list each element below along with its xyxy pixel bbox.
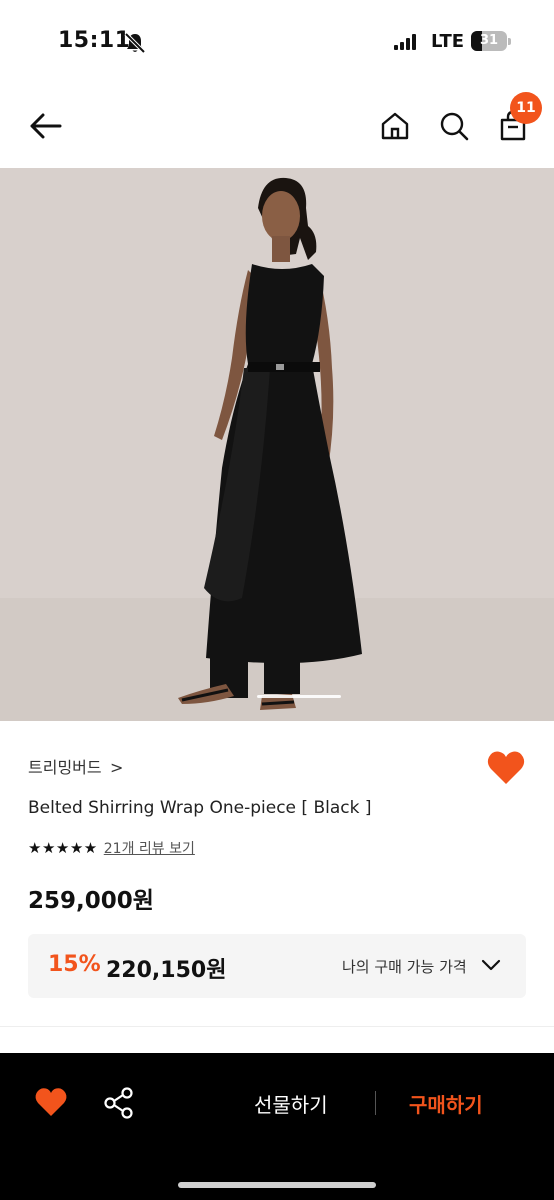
share-button[interactable] — [104, 1087, 134, 1119]
discount-price: 220,150원 — [106, 958, 227, 983]
image-pager-indicator — [257, 695, 341, 698]
gift-button[interactable]: 선물하기 — [254, 1089, 328, 1118]
chevron-right-icon: > — [110, 758, 124, 777]
chevron-down-icon — [481, 959, 501, 971]
status-bar: 15:11 LTE 31 — [0, 0, 554, 84]
home-button[interactable] — [375, 106, 415, 146]
back-button[interactable] — [26, 106, 66, 146]
section-divider — [0, 1026, 554, 1027]
product-image[interactable] — [0, 168, 554, 721]
rating-stars: ★★★★★ — [28, 839, 98, 857]
button-separator — [375, 1091, 376, 1115]
home-icon — [381, 112, 409, 140]
network-type: LTE — [431, 31, 465, 52]
brand-link[interactable]: 트리밍버드 — [28, 754, 102, 778]
my-price-box[interactable]: 15% 220,150원 나의 구매 가능 가격 — [28, 934, 526, 998]
discount-rate: 15% — [48, 952, 101, 977]
heart-icon — [487, 751, 525, 784]
battery-icon: 31 — [471, 31, 511, 51]
rating-row: ★★★★★ 21개 리뷰 보기 — [28, 838, 195, 858]
review-link[interactable]: 21개 리뷰 보기 — [104, 838, 195, 858]
original-price: 259,000원 — [28, 888, 154, 914]
battery-level: 31 — [479, 33, 499, 48]
back-arrow-icon — [30, 113, 62, 139]
heart-icon — [35, 1088, 67, 1116]
buy-button[interactable]: 구매하기 — [409, 1089, 483, 1118]
status-time: 15:11 — [58, 28, 131, 53]
cart-count-badge: 11 — [510, 92, 542, 124]
signal-strength-icon — [394, 34, 420, 50]
my-price-label: 나의 구매 가능 가격 — [342, 958, 467, 976]
search-icon — [440, 112, 469, 141]
bottom-action-bar: 선물하기 구매하기 — [0, 1053, 554, 1200]
wishlist-heart-button[interactable] — [486, 750, 526, 786]
top-nav — [0, 84, 554, 168]
home-indicator[interactable] — [178, 1182, 376, 1188]
wishlist-heart-bottom-button[interactable] — [34, 1087, 68, 1117]
bell-off-icon — [124, 32, 146, 54]
share-icon — [104, 1087, 133, 1119]
search-button[interactable] — [434, 106, 474, 146]
model-photo — [0, 168, 554, 721]
product-name: Belted Shirring Wrap One-piece [ Black ] — [28, 798, 372, 818]
